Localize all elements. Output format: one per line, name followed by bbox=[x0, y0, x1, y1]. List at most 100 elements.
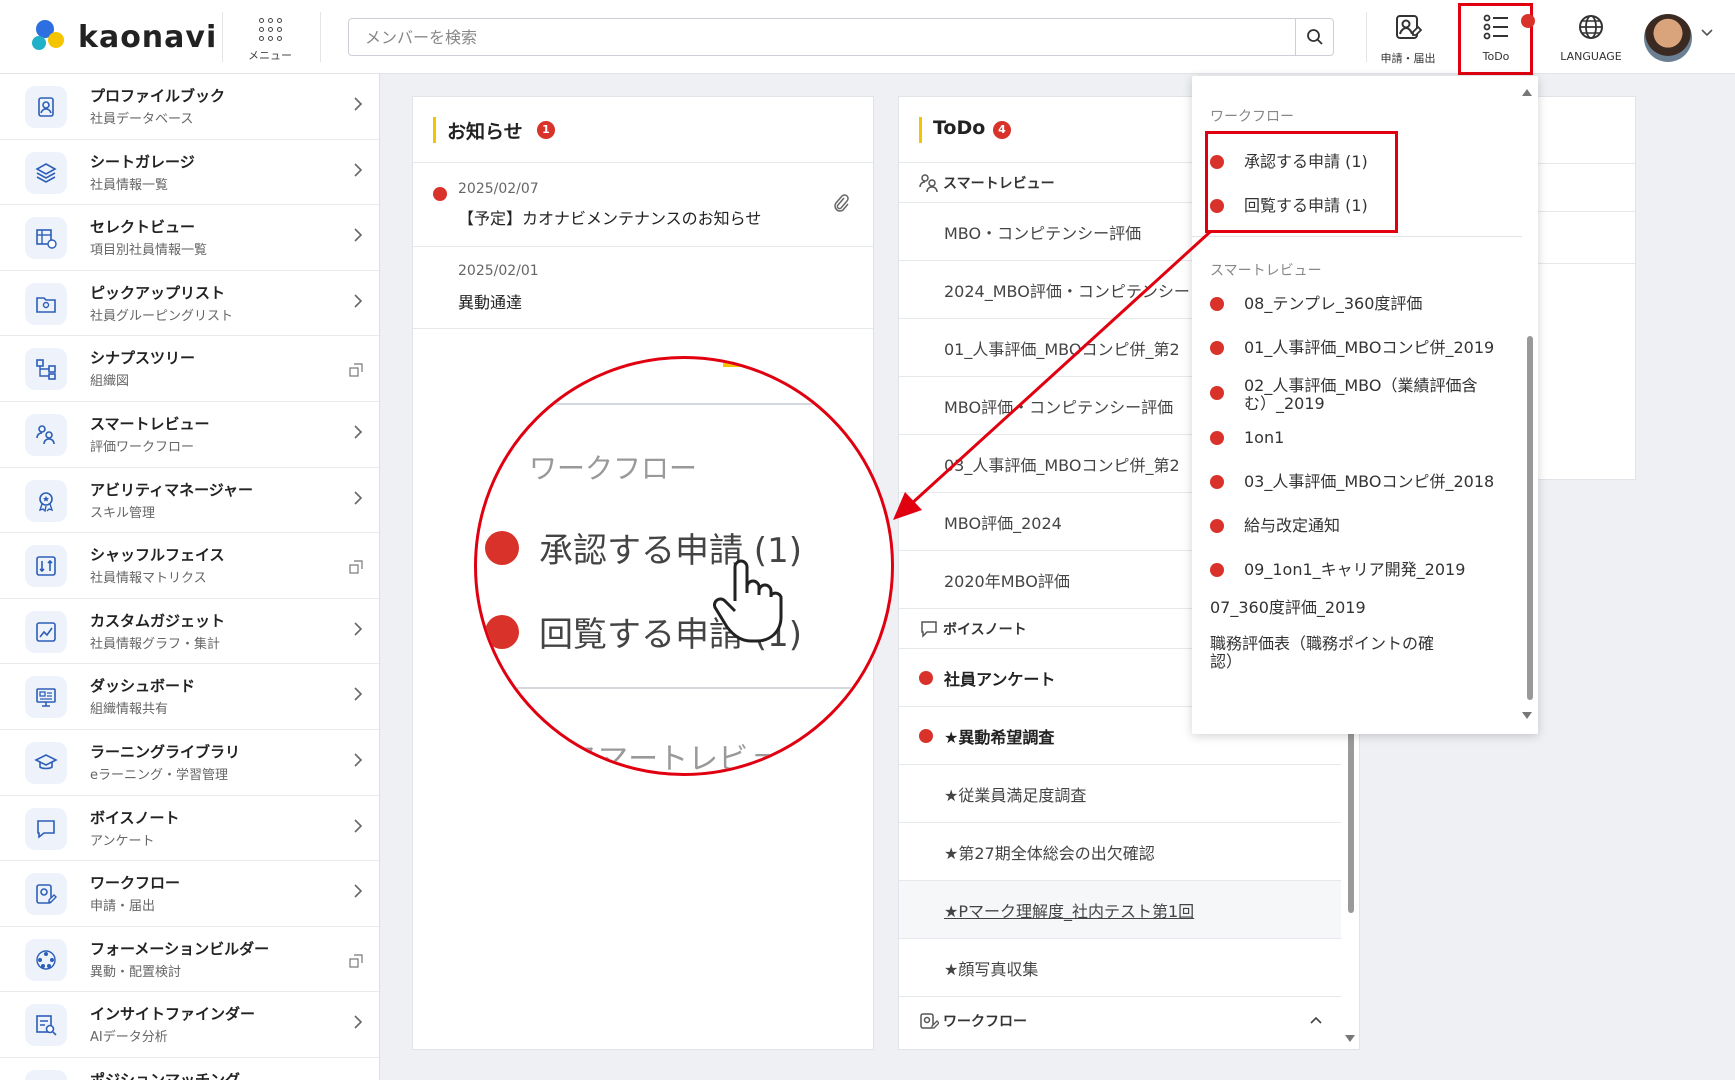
menu-button[interactable]: メニュー bbox=[242, 14, 298, 64]
paperclip-icon bbox=[834, 194, 849, 212]
sidebar-item-title: セレクトビュー bbox=[90, 218, 196, 237]
sidebar-item[interactable]: ワークフロー 申請・届出 bbox=[0, 861, 379, 927]
sidebar-item[interactable]: アビリティマネージャー スキル管理 bbox=[0, 468, 379, 534]
profile-book-icon bbox=[25, 86, 67, 128]
dropdown-scrollbar-thumb[interactable] bbox=[1527, 336, 1533, 700]
chevron-right-icon bbox=[353, 424, 363, 444]
sidebar: プロファイルブック 社員データベース シートガレージ 社員情報一覧 セレクトビュー 項目別… bbox=[0, 74, 380, 1080]
sidebar-item-title: スマートレビュー bbox=[90, 414, 210, 433]
chevron-right-icon bbox=[353, 686, 363, 706]
sidebar-item-title: ワークフロー bbox=[90, 874, 181, 893]
dropdown-item-label: 02_人事評価_MBO（業績評価含 bbox=[1244, 376, 1478, 395]
search-icon bbox=[1306, 29, 1323, 45]
sidebar-item[interactable]: ポジションマッチング bbox=[0, 1058, 379, 1080]
sidebar-item-title: シャッフルフェイス bbox=[90, 546, 225, 565]
news-title: お知らせ bbox=[447, 121, 523, 143]
layers-icon bbox=[25, 151, 67, 194]
chevron-up-icon[interactable] bbox=[1309, 1015, 1323, 1025]
sidebar-item[interactable]: ピックアップリスト 社員グルーピングリスト bbox=[0, 271, 379, 337]
sidebar-item[interactable]: カスタムガジェット 社員情報グラフ・集計 bbox=[0, 599, 379, 665]
kaonavi-logo[interactable]: kaonavi bbox=[32, 18, 217, 56]
chevron-right-icon bbox=[353, 293, 363, 313]
zoom-section2-label: スマートレビュー bbox=[569, 742, 809, 776]
sidebar-item-subtitle: 組織情報共有 bbox=[90, 702, 169, 718]
hand-cursor-icon bbox=[713, 559, 783, 643]
sidebar-item[interactable]: シートガレージ 社員情報一覧 bbox=[0, 140, 379, 206]
chevron-down-icon[interactable] bbox=[1700, 28, 1714, 38]
todo-title: ToDo bbox=[933, 117, 986, 139]
unread-dot bbox=[433, 187, 447, 201]
zoom-section-label: ワークフロー bbox=[529, 452, 698, 485]
sidebar-item[interactable]: シナプスツリー 組織図 bbox=[0, 336, 379, 402]
sidebar-item[interactable]: スマートレビュー 評価ワークフロー bbox=[0, 402, 379, 468]
dropdown-item-label: 09_1on1_キャリア開発_2019 bbox=[1244, 560, 1466, 579]
external-window-icon bbox=[349, 362, 363, 381]
sidebar-item-subtitle: 社員情報マトリクス bbox=[90, 571, 207, 587]
people-review-icon bbox=[919, 174, 938, 193]
shuffle-icon bbox=[25, 545, 67, 588]
sidebar-item-title: ダッシュボード bbox=[90, 677, 196, 696]
todo-item-label: ★第27期全体総会の出欠確認 bbox=[944, 844, 1155, 863]
dropdown-item-label: 08_テンプレ_360度評価 bbox=[1244, 294, 1423, 313]
news-item[interactable]: 2025/02/01 異動通達 bbox=[413, 247, 873, 329]
sidebar-item-subtitle: 社員データベース bbox=[90, 112, 194, 127]
award-icon bbox=[25, 479, 67, 522]
todo-notification-dot bbox=[1521, 14, 1535, 28]
news-item[interactable]: 2025/02/07 【予定】カオナビメンテナンスのお知らせ bbox=[413, 163, 873, 247]
news-count-badge: 1 bbox=[537, 121, 555, 139]
todo-item-label: MBO評価_2024 bbox=[944, 514, 1062, 533]
title-accent-bar bbox=[919, 117, 922, 143]
external-window-icon bbox=[349, 953, 363, 972]
pending-dot bbox=[919, 671, 933, 685]
sidebar-item-subtitle: AIデータ分析 bbox=[90, 1030, 168, 1046]
sidebar-item[interactable]: インサイトファインダー AIデータ分析 bbox=[0, 992, 379, 1058]
search-input[interactable] bbox=[349, 19, 1279, 55]
sidebar-item[interactable]: ダッシュボード 組織情報共有 bbox=[0, 664, 379, 730]
sidebar-item-title: インサイトファインダー bbox=[90, 1005, 256, 1024]
chevron-right-icon bbox=[353, 490, 363, 510]
formation-icon bbox=[25, 938, 67, 981]
todo-voice-item[interactable]: ★第27期全体総会の出欠確認 bbox=[899, 823, 1341, 881]
sidebar-item[interactable]: セレクトビュー 項目別社員情報一覧 bbox=[0, 205, 379, 271]
sidebar-item[interactable]: ラーニングライブラリ eラーニング・学習管理 bbox=[0, 730, 379, 796]
sidebar-item[interactable]: シャッフルフェイス 社員情報マトリクス bbox=[0, 533, 379, 599]
todo-item-label: 03_人事評価_MBOコンピ併_第2 bbox=[944, 456, 1180, 475]
chevron-right-icon bbox=[353, 162, 363, 182]
sidebar-item[interactable]: プロファイルブック 社員データベース bbox=[0, 74, 379, 140]
chevron-right-icon bbox=[353, 752, 363, 772]
grid-menu-icon bbox=[242, 18, 298, 41]
todo-item-label: MBO・コンピテンシー評価 bbox=[944, 224, 1142, 243]
workflow-icon bbox=[920, 1013, 939, 1029]
chevron-right-icon bbox=[353, 621, 363, 641]
sidebar-item-subtitle: 項目別社員情報一覧 bbox=[90, 243, 208, 259]
sidebar-item-subtitle: 社員情報一覧 bbox=[90, 177, 169, 193]
request-button[interactable]: 申請・届出 bbox=[1372, 12, 1444, 66]
request-user-icon bbox=[1396, 15, 1423, 39]
todo-voice-item[interactable]: ★Pマーク理解度_社内テスト第1回 bbox=[899, 881, 1341, 939]
scroll-down-arrow-icon[interactable] bbox=[1522, 712, 1532, 720]
scroll-down-arrow-icon[interactable] bbox=[1345, 1035, 1355, 1043]
dropdown-item-label-line2: む）_2019 bbox=[1244, 394, 1325, 413]
language-button[interactable]: LANGUAGE bbox=[1548, 12, 1634, 66]
sidebar-item[interactable]: ボイスノート アンケート bbox=[0, 796, 379, 862]
todo-section-label: ボイスノート bbox=[943, 622, 1027, 638]
todo-section-workflow[interactable]: ワークフロー bbox=[899, 1001, 1359, 1041]
sidebar-item-subtitle: eラーニング・学習管理 bbox=[90, 767, 228, 783]
sidebar-item-title: カスタムガジェット bbox=[90, 611, 226, 630]
sidebar-item[interactable]: フォーメーションビルダー 異動・配置検討 bbox=[0, 927, 379, 993]
todo-voice-item[interactable]: ★顔写真収集 bbox=[899, 939, 1341, 997]
scroll-up-arrow-icon[interactable] bbox=[1522, 88, 1532, 96]
avatar[interactable] bbox=[1644, 14, 1692, 62]
sidebar-item-title: アビリティマネージャー bbox=[90, 480, 254, 499]
sidebar-item-subtitle: スキル管理 bbox=[90, 505, 156, 521]
todo-item-label: 01_人事評価_MBOコンピ併_第2 bbox=[944, 340, 1180, 359]
todo-button-highlight bbox=[1458, 3, 1533, 75]
dropdown-item-label: 給与改定通知 bbox=[1244, 516, 1341, 535]
sidebar-item-title: シートガレージ bbox=[90, 152, 195, 171]
people-review-icon bbox=[25, 413, 67, 456]
table-add-icon bbox=[25, 217, 67, 260]
sidebar-item-title: シナプスツリー bbox=[90, 349, 196, 368]
search-button[interactable] bbox=[1295, 19, 1333, 55]
todo-voice-item[interactable]: ★従業員満足度調査 bbox=[899, 765, 1341, 823]
news-item-title: 異動通達 bbox=[458, 293, 523, 312]
